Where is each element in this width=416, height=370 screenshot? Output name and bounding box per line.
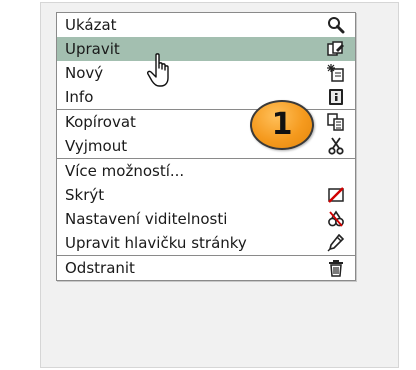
- menu-group-options: Více možností... Skrýt Nastavení viditel…: [57, 159, 355, 256]
- menu-item-label: Nastavení viditelnosti: [65, 210, 228, 228]
- menu-item-label: Kopírovat: [65, 113, 136, 131]
- menu-item-label: Odstranit: [65, 259, 135, 277]
- menu-item-label: Nový: [65, 64, 104, 82]
- menu-item-label: Upravit hlavičku stránky: [65, 234, 247, 252]
- hand-cursor-icon: [147, 52, 177, 92]
- magnifier-icon: [327, 16, 345, 34]
- menu-item-visibility-settings[interactable]: Nastavení viditelnosti: [57, 207, 355, 231]
- menu-item-edit[interactable]: Upravit: [57, 37, 355, 61]
- menu-item-info[interactable]: Info: [57, 85, 355, 109]
- menu-group-view: Ukázat Upravit Nový Info: [57, 13, 355, 110]
- edit-page-icon: [327, 40, 345, 58]
- context-menu: Ukázat Upravit Nový Info Kopírovat Vyjmo…: [56, 12, 356, 281]
- menu-group-delete: Odstranit: [57, 256, 355, 280]
- trash-icon: [327, 259, 345, 277]
- pen-icon: [327, 234, 345, 252]
- menu-item-show[interactable]: Ukázat: [57, 13, 355, 37]
- scissors-icon: [327, 137, 345, 155]
- menu-item-label: Ukázat: [65, 16, 117, 34]
- menu-item-edit-page-header[interactable]: Upravit hlavičku stránky: [57, 231, 355, 255]
- menu-item-label: Upravit: [65, 40, 120, 58]
- copy-icon: [327, 113, 345, 131]
- info-icon: [327, 88, 345, 106]
- visibility-settings-icon: [327, 210, 345, 228]
- menu-item-label: Vyjmout: [65, 137, 128, 155]
- hide-icon: [327, 186, 345, 204]
- menu-item-label: Skrýt: [65, 186, 105, 204]
- new-page-icon: [327, 64, 345, 82]
- menu-item-hide[interactable]: Skrýt: [57, 183, 355, 207]
- menu-item-delete[interactable]: Odstranit: [57, 256, 355, 280]
- menu-item-new[interactable]: Nový: [57, 61, 355, 85]
- menu-item-more-options[interactable]: Více možností...: [57, 159, 355, 183]
- menu-item-label: Info: [65, 88, 94, 106]
- menu-item-cut[interactable]: Vyjmout: [57, 134, 355, 158]
- step-number-badge: 1: [250, 100, 314, 150]
- menu-item-label: Více možností...: [65, 162, 185, 180]
